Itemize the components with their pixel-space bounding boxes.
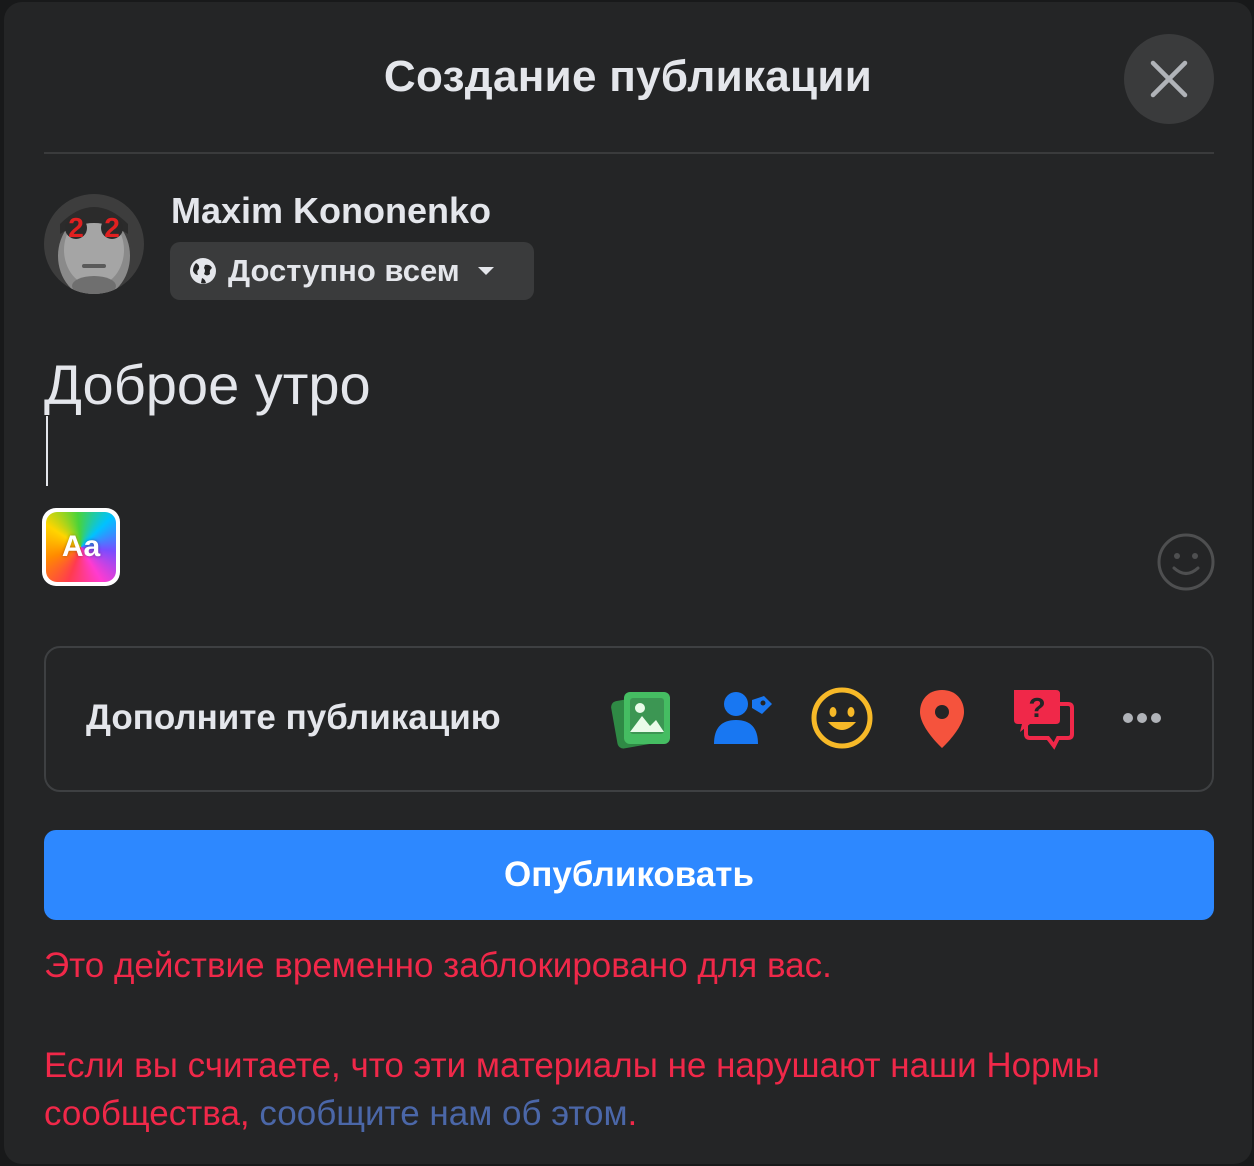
more-options-button[interactable]: [1110, 686, 1174, 750]
appeal-note-suffix: .: [627, 1094, 638, 1133]
svg-text:2: 2: [104, 212, 120, 243]
blocked-error-message: Это действие временно заблокировано для …: [44, 946, 832, 985]
appeal-note: Если вы считаете, что эти материалы не н…: [44, 1042, 1224, 1138]
caret-down-icon: [477, 267, 494, 275]
text-style-label: Aa: [61, 530, 101, 563]
tag-people-button[interactable]: [710, 686, 774, 750]
audience-selector[interactable]: Доступно всем: [170, 242, 534, 300]
ask-question-button[interactable]: ?: [1010, 686, 1074, 750]
photo-video-button[interactable]: [610, 686, 674, 750]
create-post-dialog: Создание публикации 2 2 Maxim Kononenko: [4, 2, 1252, 1164]
add-to-post-label: Дополните публикацию: [86, 698, 501, 737]
smiley-icon: [1157, 533, 1215, 591]
svg-text:?: ?: [1028, 692, 1045, 723]
question-chat-icon: ?: [1014, 690, 1074, 750]
more-dots-icon: [1123, 713, 1161, 723]
feeling-activity-button[interactable]: [810, 686, 874, 750]
text-cursor: [46, 416, 48, 486]
tag-people-icon: [714, 692, 772, 744]
photo-icon: [611, 692, 670, 749]
location-pin-icon: [920, 690, 964, 748]
publish-button[interactable]: Опубликовать: [44, 830, 1214, 920]
dialog-title: Создание публикации: [383, 52, 873, 101]
header-divider: [44, 152, 1214, 154]
check-in-button[interactable]: [910, 686, 974, 750]
post-text-input[interactable]: Доброе утро: [44, 352, 371, 417]
svg-text:2: 2: [68, 212, 84, 243]
report-link[interactable]: сообщите нам об этом: [259, 1094, 627, 1133]
emoji-button[interactable]: [1156, 532, 1216, 592]
user-avatar-icon: 2 2: [44, 194, 144, 294]
audience-label: Доступно всем: [228, 253, 460, 288]
add-to-post-panel: Дополните публикацию ?: [44, 646, 1214, 792]
feeling-icon: [811, 687, 873, 749]
close-button[interactable]: [1124, 34, 1214, 124]
dialog-header: Создание публикации: [4, 2, 1252, 154]
close-icon: [1150, 60, 1188, 98]
text-background-button[interactable]: Aa: [42, 508, 120, 586]
globe-icon: [190, 258, 216, 284]
avatar[interactable]: 2 2: [44, 194, 144, 294]
text-background-swatch: Aa: [46, 512, 116, 582]
author-name[interactable]: Maxim Kononenko: [171, 190, 491, 232]
